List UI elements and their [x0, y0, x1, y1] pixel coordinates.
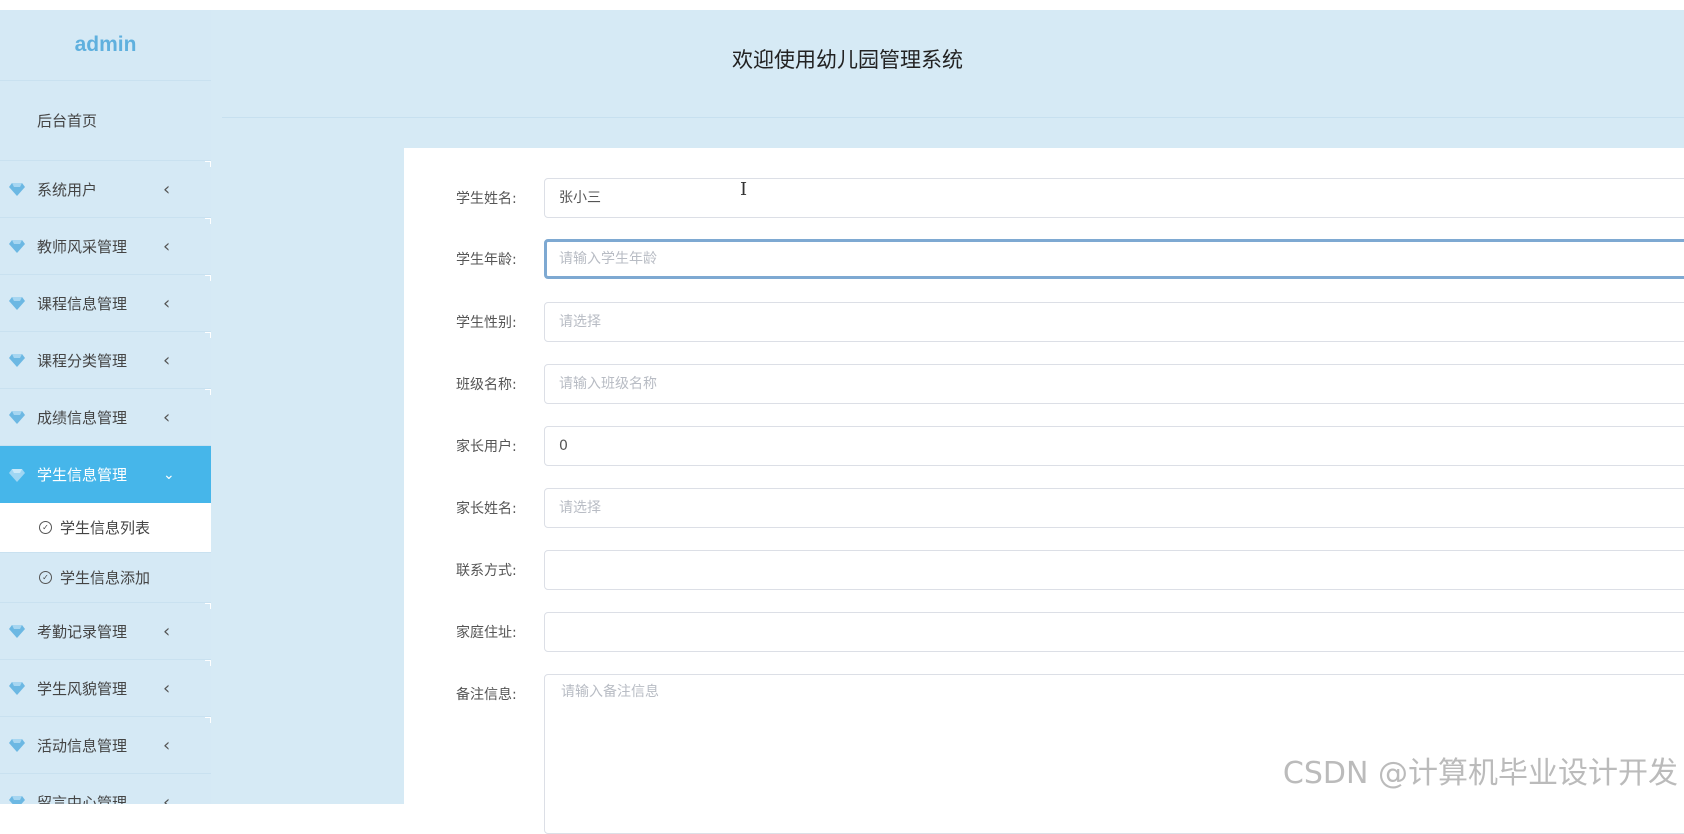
field-label: 学生姓名: [456, 191, 517, 207]
gem-icon [9, 739, 25, 752]
parent-name-select[interactable]: 请选择 [544, 488, 1684, 528]
gem-icon [9, 354, 25, 367]
sidebar-subitem-student-list[interactable]: ✓ 学生信息列表 [0, 503, 211, 553]
sidebar-item-system-users[interactable]: 系统用户 ‹ [0, 161, 211, 218]
sidebar-item-attendance[interactable]: 考勤记录管理 ‹ [0, 603, 211, 660]
text-cursor-icon: I [740, 179, 748, 200]
sidebar-home-link[interactable]: 后台首页 [0, 81, 211, 161]
sidebar-subitem-student-add[interactable]: ✓ 学生信息添加 [0, 553, 211, 603]
gem-icon [9, 796, 25, 804]
gem-icon [9, 682, 25, 695]
field-label: 家长用户: [456, 439, 517, 455]
student-form: 学生姓名: 张小三 学生年龄: 请输入学生年龄 学生性别: 请选择 班级名称: … [404, 148, 1684, 834]
gem-icon [9, 468, 25, 482]
sidebar-subitem-label: 学生信息列表 [60, 519, 151, 537]
sidebar-item-grades[interactable]: 成绩信息管理 ‹ [0, 389, 211, 446]
chevron-down-icon: ⌄ [163, 466, 175, 483]
form-row-address: 家庭住址: [404, 612, 1684, 654]
chevron-left-icon: ‹ [163, 620, 171, 642]
sidebar-item-student-info[interactable]: 学生信息管理 ⌄ [0, 446, 211, 503]
header-divider [222, 117, 1684, 118]
form-row-class-name: 班级名称: 请输入班级名称 [404, 364, 1684, 406]
chevron-left-icon: ‹ [163, 734, 171, 756]
form-row-remarks: 备注信息: 请输入备注信息 [404, 674, 1684, 834]
gem-icon [9, 240, 25, 253]
field-label: 家庭住址: [456, 625, 517, 641]
chevron-left-icon: ‹ [163, 791, 171, 805]
sidebar-item-label: 系统用户 [37, 180, 98, 199]
watermark: CSDN @计算机毕业设计开发 [1282, 756, 1678, 791]
sidebar-item-course-category[interactable]: 课程分类管理 ‹ [0, 332, 211, 389]
sidebar: admin 后台首页 系统用户 ‹ 教师风采管理 ‹ 课程信息管理 ‹ 课程分类… [0, 10, 211, 804]
field-label: 学生年龄: [456, 252, 517, 268]
chevron-left-icon: ‹ [163, 235, 171, 257]
sidebar-item-label: 课程信息管理 [37, 294, 128, 313]
field-label: 班级名称: [456, 377, 517, 393]
gem-icon [9, 297, 25, 310]
brand-logo: admin [0, 10, 211, 81]
chevron-left-icon: ‹ [163, 292, 171, 314]
sidebar-subitem-label: 学生信息添加 [60, 569, 151, 587]
sidebar-item-course-info[interactable]: 课程信息管理 ‹ [0, 275, 211, 332]
chevron-left-icon: ‹ [163, 677, 171, 699]
address-input[interactable] [544, 612, 1684, 652]
field-label: 学生性别: [456, 315, 517, 331]
sidebar-item-label: 学生信息管理 [37, 466, 128, 484]
class-name-input[interactable]: 请输入班级名称 [544, 364, 1684, 404]
contact-input[interactable] [544, 550, 1684, 590]
parent-user-input[interactable]: 0 [544, 426, 1684, 466]
sidebar-item-label: 成绩信息管理 [37, 408, 128, 427]
field-label: 联系方式: [456, 563, 517, 579]
form-row-parent-user: 家长用户: 0 [404, 426, 1684, 468]
sidebar-item-label: 教师风采管理 [37, 237, 128, 256]
chevron-left-icon: ‹ [163, 406, 171, 428]
sidebar-item-label: 课程分类管理 [37, 351, 128, 370]
sidebar-item-student-style[interactable]: 学生风貌管理 ‹ [0, 660, 211, 717]
form-row-student-gender: 学生性别: 请选择 [404, 302, 1684, 344]
student-name-input[interactable]: 张小三 [544, 178, 1684, 218]
app-root: admin 后台首页 系统用户 ‹ 教师风采管理 ‹ 课程信息管理 ‹ 课程分类… [0, 10, 1684, 834]
check-circle-icon: ✓ [39, 521, 52, 534]
sidebar-item-label: 活动信息管理 [37, 736, 128, 755]
sidebar-item-teacher[interactable]: 教师风采管理 ‹ [0, 218, 211, 275]
gem-icon [9, 411, 25, 424]
sidebar-item-label: 考勤记录管理 [37, 622, 128, 641]
form-row-parent-name: 家长姓名: 请选择 [404, 488, 1684, 530]
form-row-student-name: 学生姓名: 张小三 [404, 178, 1684, 220]
sidebar-item-messages[interactable]: 留言中心管理 ‹ [0, 774, 211, 804]
gem-icon [9, 625, 25, 638]
form-row-contact: 联系方式: [404, 550, 1684, 592]
field-label: 家长姓名: [456, 501, 517, 517]
sidebar-item-label: 学生风貌管理 [37, 679, 128, 698]
sidebar-item-label: 留言中心管理 [37, 793, 128, 805]
gem-icon [9, 183, 25, 196]
chevron-left-icon: ‹ [163, 178, 171, 200]
check-circle-icon: ✓ [39, 571, 52, 584]
page-title: 欢迎使用幼儿园管理系统 [732, 48, 963, 72]
student-age-input[interactable]: 请输入学生年龄 [544, 239, 1684, 279]
form-row-student-age: 学生年龄: 请输入学生年龄 [404, 239, 1684, 281]
chevron-left-icon: ‹ [163, 349, 171, 371]
field-label: 备注信息: [456, 687, 517, 703]
student-gender-select[interactable]: 请选择 [544, 302, 1684, 342]
sidebar-item-activity[interactable]: 活动信息管理 ‹ [0, 717, 211, 774]
